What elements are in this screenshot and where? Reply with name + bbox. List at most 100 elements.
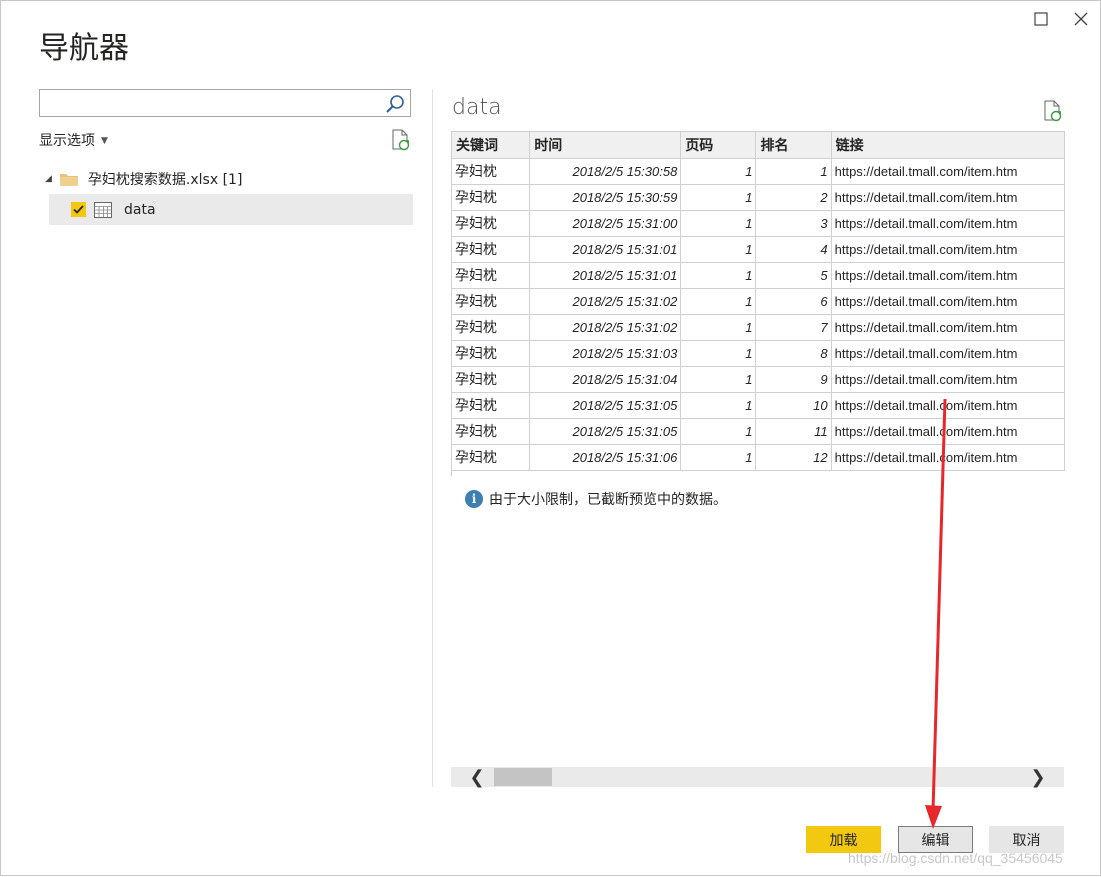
cell-rank: 5 (755, 262, 832, 289)
cell-page: 1 (680, 444, 757, 471)
cell-link: https://detail.tmall.com/item.htm (831, 340, 1065, 367)
cell-page: 1 (680, 262, 757, 289)
cell-time: 2018/2/5 15:31:03 (529, 340, 682, 367)
cell-rank: 10 (755, 392, 832, 419)
search-icon[interactable] (384, 93, 406, 115)
cell-page: 1 (680, 366, 757, 393)
table-row: 孕妇枕 2018/2/5 15:31:01 1 5 https://detail.tma… (452, 262, 1065, 289)
column-header[interactable]: 排名 (755, 132, 832, 159)
column-header[interactable]: 页码 (680, 132, 757, 159)
cell-time: 2018/2/5 15:31:05 (529, 392, 682, 419)
column-header[interactable]: 时间 (529, 132, 682, 159)
cell-link: https://detail.tmall.com/item.htm (831, 392, 1065, 419)
table-row: 孕妇枕 2018/2/5 15:30:59 1 2 https://detail.tma… (452, 184, 1065, 211)
cell-link: https://detail.tmall.com/item.htm (831, 288, 1065, 315)
tree-item-data[interactable]: data (49, 194, 413, 225)
scroll-right-icon[interactable]: ❯ (1026, 767, 1050, 788)
cell-page: 1 (680, 314, 757, 341)
cell-link: https://detail.tmall.com/item.htm (831, 158, 1065, 185)
cell-time: 2018/2/5 15:30:59 (529, 184, 682, 211)
cell-time: 2018/2/5 15:31:06 (529, 444, 682, 471)
cell-page: 1 (680, 236, 757, 263)
cell-rank: 8 (755, 340, 832, 367)
cell-time: 2018/2/5 15:31:01 (529, 236, 682, 263)
collapse-triangle-icon[interactable]: ◢ (45, 174, 52, 184)
file-name-label: 孕妇枕搜索数据.xlsx [1] (87, 172, 243, 188)
cell-page: 1 (680, 340, 757, 367)
cell-rank: 2 (755, 184, 832, 211)
cell-time: 2018/2/5 15:31:05 (529, 418, 682, 445)
info-icon: i (465, 490, 483, 508)
refresh-file-icon[interactable] (391, 129, 411, 151)
table-row: 孕妇枕 2018/2/5 15:31:04 1 9 https://detail.tma… (452, 366, 1065, 393)
table-row: 孕妇枕 2018/2/5 15:31:06 1 12 https://detail.tm… (452, 444, 1065, 471)
cell-link: https://detail.tmall.com/item.htm (831, 236, 1065, 263)
cell-page: 1 (680, 210, 757, 237)
cell-page: 1 (680, 288, 757, 315)
cell-time: 2018/2/5 15:31:02 (529, 314, 682, 341)
tree-folder-node[interactable]: ◢ 孕妇枕搜索数据.xlsx [1] (45, 167, 242, 191)
horizontal-scrollbar[interactable]: ❮ ❯ (451, 767, 1064, 788)
table-row: 孕妇枕 2018/2/5 15:31:05 1 11 https://detail.tm… (452, 418, 1065, 445)
cell-link: https://detail.tmall.com/item.htm (831, 184, 1065, 211)
cell-time: 2018/2/5 15:30:58 (529, 158, 682, 185)
cell-rank: 12 (755, 444, 832, 471)
table-row: 孕妇枕 2018/2/5 15:31:03 1 8 https://detail.tma… (452, 340, 1065, 367)
cell-rank: 4 (755, 236, 832, 263)
cell-rank: 11 (755, 418, 832, 445)
edit-button[interactable]: 编辑 (898, 826, 973, 853)
cell-rank: 1 (755, 158, 832, 185)
display-options-label: 显示选项 (39, 133, 95, 149)
cell-link: https://detail.tmall.com/item.htm (831, 418, 1065, 445)
cell-link: https://detail.tmall.com/item.htm (831, 210, 1065, 237)
cell-keyword: 孕妇枕 (452, 366, 531, 393)
close-button[interactable] (1069, 7, 1093, 31)
column-header[interactable]: 链接 (831, 132, 1065, 159)
table-row: 孕妇枕 2018/2/5 15:31:05 1 10 https://detail.tm… (452, 392, 1065, 419)
scrollbar-thumb[interactable] (494, 768, 552, 786)
cell-keyword: 孕妇枕 (452, 210, 531, 237)
load-button[interactable]: 加载 (806, 826, 881, 853)
watermark-text: https://blog.csdn.net/qq_35456045 (848, 850, 1063, 866)
table-row: 孕妇枕 2018/2/5 15:31:02 1 7 https://detail.tma… (452, 314, 1065, 341)
cell-keyword: 孕妇枕 (452, 262, 531, 289)
cell-keyword: 孕妇枕 (452, 288, 531, 315)
navigator-window: 导航器 显示选项 ▼ ◢ 孕妇枕搜索数据.xlsx [1] data data … (0, 0, 1101, 876)
tree-item-label: data (124, 201, 156, 218)
window-title: 导航器 (39, 31, 129, 66)
cell-page: 1 (680, 184, 757, 211)
refresh-preview-icon[interactable] (1043, 100, 1063, 122)
folder-icon (59, 174, 78, 186)
cell-rank: 9 (755, 366, 832, 393)
panel-divider (432, 89, 433, 787)
cell-time: 2018/2/5 15:31:01 (529, 262, 682, 289)
cell-link: https://detail.tmall.com/item.htm (831, 314, 1065, 341)
cancel-button[interactable]: 取消 (989, 826, 1064, 853)
cell-keyword: 孕妇枕 (452, 444, 531, 471)
table-icon (94, 201, 112, 218)
table-row: 孕妇枕 2018/2/5 15:30:58 1 1 https://detail.tma… (452, 158, 1065, 185)
check-icon (73, 205, 84, 214)
maximize-icon (1034, 12, 1048, 26)
cell-keyword: 孕妇枕 (452, 340, 531, 367)
cell-keyword: 孕妇枕 (452, 392, 531, 419)
search-input[interactable] (44, 91, 378, 117)
table-row: 孕妇枕 2018/2/5 15:31:00 1 3 https://detail.tma… (452, 210, 1065, 237)
preview-grid[interactable]: 关键词 时间 页码 排名 链接 孕妇枕 2018/2/5 15:30:58 1 1 https:… (451, 131, 1065, 476)
cell-time: 2018/2/5 15:31:00 (529, 210, 682, 237)
search-box[interactable] (39, 89, 411, 117)
preview-title: data (452, 95, 502, 120)
display-options-dropdown[interactable]: 显示选项 ▼ (39, 130, 108, 150)
cell-page: 1 (680, 158, 757, 185)
scroll-left-icon[interactable]: ❮ (465, 767, 489, 788)
table-row: 孕妇枕 2018/2/5 15:31:02 1 6 https://detail.tma… (452, 288, 1065, 315)
column-header[interactable]: 关键词 (452, 132, 531, 159)
cell-keyword: 孕妇枕 (452, 236, 531, 263)
maximize-button[interactable] (1029, 7, 1053, 31)
caret-down-icon: ▼ (101, 136, 108, 146)
header-row: 关键词 时间 页码 排名 链接 (452, 132, 1065, 159)
data-checkbox[interactable] (71, 202, 86, 217)
close-icon (1074, 12, 1088, 26)
cell-keyword: 孕妇枕 (452, 314, 531, 341)
cell-time: 2018/2/5 15:31:04 (529, 366, 682, 393)
